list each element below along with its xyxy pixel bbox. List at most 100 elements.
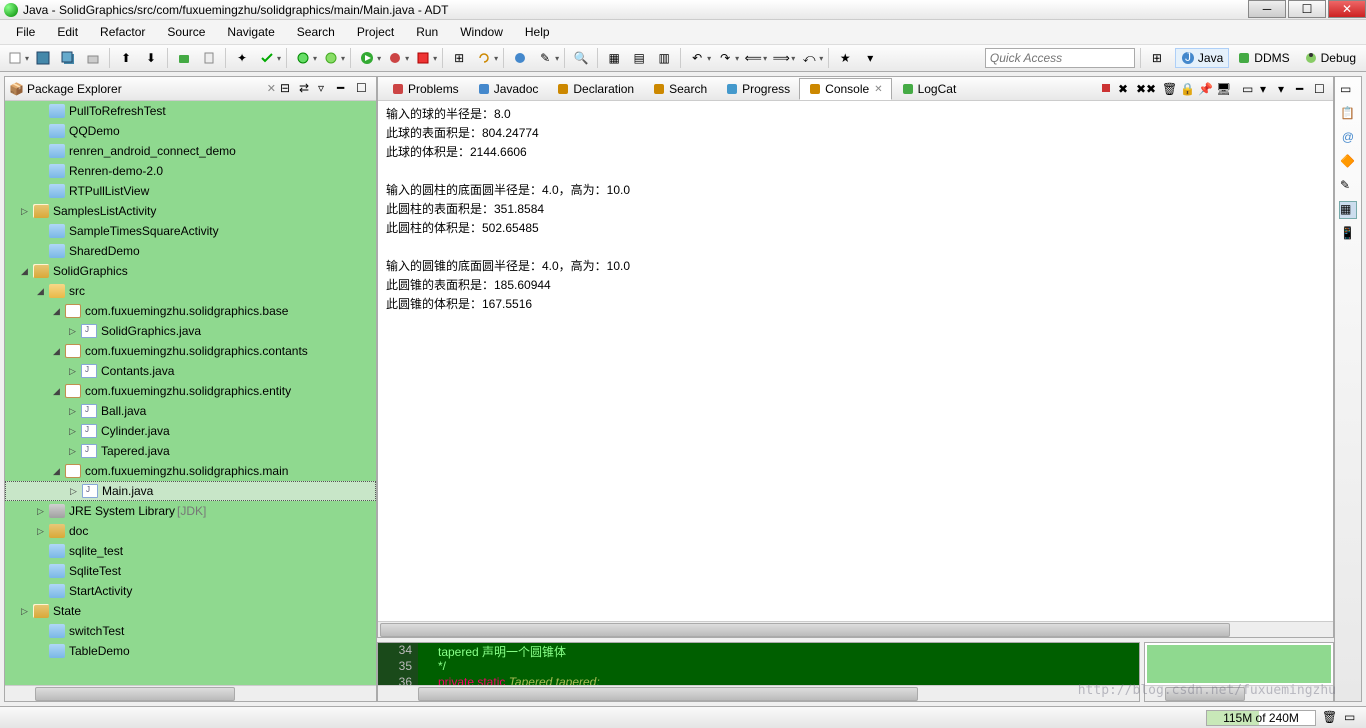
export-button[interactable]: ⬆ [115,47,137,69]
heap-status[interactable]: 115M of 240M [1206,710,1316,726]
close-view-button[interactable]: ✕ [267,82,276,95]
twisty-icon[interactable]: ▷ [69,326,79,337]
tree-item[interactable]: ◢src [5,281,376,301]
tree-item[interactable]: TableDemo [5,641,376,661]
twisty-icon[interactable]: ▷ [21,206,31,217]
new-pkg-button[interactable]: ⊞ [448,47,470,69]
save-all-button[interactable] [57,47,79,69]
tag-button[interactable]: ▾ [859,47,881,69]
tree-item[interactable]: ◢SolidGraphics [5,261,376,281]
tab-console[interactable]: Console✕ [799,78,891,100]
tree-item[interactable]: Renren-demo-2.0 [5,161,376,181]
tree-item[interactable]: ▷JRE System Library [JDK] [5,501,376,521]
editor-snippet[interactable]: 34 tapered 声明一个圆锥体35 */36 private static… [377,642,1140,702]
menu-window[interactable]: Window [450,22,513,42]
tree-item[interactable]: ▷Cylinder.java [5,421,376,441]
code-line[interactable]: 35 */ [378,659,1139,675]
editor-hscroll[interactable] [378,685,1139,701]
twisty-icon[interactable]: ◢ [53,466,63,477]
horizontal-scrollbar[interactable] [5,685,376,701]
display-button[interactable]: 🖥 [1215,81,1231,97]
open-console-button[interactable]: ▭ [1241,81,1257,97]
last-edit-button[interactable]: ⤺ [798,47,820,69]
pin-console-button[interactable]: 📌 [1197,81,1213,97]
twisty-icon[interactable]: ◢ [21,266,31,277]
editor-button[interactable]: ▥ [653,47,675,69]
tree-item[interactable]: ▷Contants.java [5,361,376,381]
close-button[interactable]: ✕ [1328,0,1366,18]
twisty-icon[interactable]: ▷ [37,526,47,537]
twisty-icon[interactable]: ◢ [53,306,63,317]
remove-all-button[interactable]: ✖✖ [1135,81,1151,97]
maximize-view-button[interactable]: ☐ [356,81,372,97]
console-hscroll[interactable] [378,621,1333,637]
back-button[interactable]: ⟸ [742,47,764,69]
menu-run[interactable]: Run [406,22,448,42]
code-line[interactable]: 34 tapered 声明一个圆锥体 [378,643,1139,659]
tree-item[interactable]: ◢com.fuxuemingzhu.solidgraphics.entity [5,381,376,401]
menu-edit[interactable]: Edit [47,22,88,42]
grid-button[interactable]: ▤ [628,47,650,69]
tab-search[interactable]: Search [643,78,716,100]
open-perspective-button[interactable]: ⊞ [1146,48,1172,68]
new-button[interactable] [4,47,26,69]
next-edit-button[interactable]: ↷ [714,47,736,69]
check-button[interactable] [256,47,278,69]
tree-item[interactable]: ◢com.fuxuemingzhu.solidgraphics.main [5,461,376,481]
wand-button[interactable]: ✦ [231,47,253,69]
tree-item[interactable]: QQDemo [5,121,376,141]
collapse-all-button[interactable]: ⊟ [280,81,296,97]
project-tree[interactable]: PullToRefreshTestQQDemorenren_android_co… [5,101,376,685]
twisty-icon[interactable]: ◢ [53,346,63,357]
twisty-icon[interactable]: ▷ [69,406,79,417]
view-menu-button[interactable]: ▿ [318,81,334,97]
scroll-lock-button[interactable]: 🔒 [1179,81,1195,97]
bookmark-button[interactable]: ★ [834,47,856,69]
min-button[interactable]: ━ [1295,81,1311,97]
minimize-button[interactable]: ─ [1248,0,1286,18]
toggle-button[interactable]: ▦ [603,47,625,69]
menu-file[interactable]: File [6,22,45,42]
outline-icon[interactable]: 🔶 [1339,153,1357,171]
new-project-button[interactable] [292,47,314,69]
twisty-icon[interactable]: ◢ [37,286,47,297]
at-icon[interactable]: @ [1339,129,1357,147]
tree-item[interactable]: ▷Tapered.java [5,441,376,461]
tree-item[interactable]: StartActivity [5,581,376,601]
wand-icon[interactable]: ✎ [1339,177,1357,195]
restore-icon[interactable]: ▭ [1339,81,1357,99]
twisty-icon[interactable]: ◢ [53,386,63,397]
search-button[interactable]: 🔍 [570,47,592,69]
ext-tools-button[interactable] [412,47,434,69]
tab-progress[interactable]: Progress [716,78,799,100]
tab-declaration[interactable]: Declaration [547,78,643,100]
new-console-button[interactable]: ▾ [1277,81,1293,97]
console-output[interactable]: 输入的球的半径是：8.0此球的表面积是：804.24774此球的体积是：2144… [378,101,1333,621]
terminate-button[interactable] [1099,81,1115,97]
paint-button[interactable]: ✎ [534,47,556,69]
run-button[interactable] [356,47,378,69]
run-gc-button[interactable]: 🗑 [1322,710,1338,726]
perspective-java[interactable]: JJava [1175,48,1229,68]
tab-logcat[interactable]: LogCat [892,78,966,100]
run-config-button[interactable] [384,47,406,69]
tree-item[interactable]: ▷SamplesListActivity [5,201,376,221]
twisty-icon[interactable]: ▷ [69,366,79,377]
menu-refactor[interactable]: Refactor [90,22,155,42]
twisty-icon[interactable]: ▷ [69,426,79,437]
menu-source[interactable]: Source [157,22,215,42]
twisty-icon[interactable]: ▷ [37,506,47,517]
tree-item[interactable]: ▷State [5,601,376,621]
tree-item[interactable]: renren_android_connect_demo [5,141,376,161]
twisty-icon[interactable]: ▷ [70,486,80,497]
menu-search[interactable]: Search [287,22,345,42]
tree-item[interactable]: ▷doc [5,521,376,541]
task-list-icon[interactable]: 📋 [1339,105,1357,123]
debug-button[interactable] [320,47,342,69]
quick-access-input[interactable] [985,48,1135,68]
show-console-button[interactable]: ▾ [1259,81,1275,97]
menu-navigate[interactable]: Navigate [217,22,284,42]
prev-edit-button[interactable]: ↶ [686,47,708,69]
save-button[interactable] [32,47,54,69]
status-extra-icon[interactable]: ▭ [1344,710,1360,726]
